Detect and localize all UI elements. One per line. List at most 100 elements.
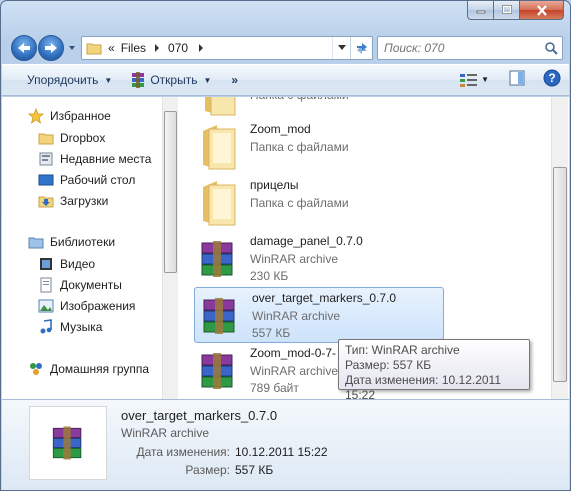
close-button[interactable] — [520, 1, 564, 20]
organize-button[interactable]: Упорядочить ▼ — [21, 68, 118, 92]
file-tooltip: Тип: WinRAR archive Размер: 557 КБ Дата … — [338, 339, 530, 402]
file-name: over_target_markers_0.7.0 — [252, 291, 397, 305]
details-size-value: 557 КБ — [235, 463, 274, 477]
music-icon — [38, 319, 54, 335]
folder-icon — [203, 125, 236, 170]
breadcrumb-files[interactable]: Files — [121, 41, 146, 55]
folder-icon — [203, 181, 236, 226]
close-icon — [536, 4, 547, 16]
nav-dropbox-label: Dropbox — [60, 131, 106, 145]
nav-pictures[interactable]: Изображения — [38, 296, 135, 316]
nav-music-label: Музыка — [60, 320, 103, 334]
folder-icon — [38, 130, 54, 146]
back-button[interactable] — [11, 35, 37, 61]
change-view-button[interactable]: ▼ — [459, 72, 489, 88]
details-modified-value: 10.12.2011 15:22 — [235, 445, 328, 459]
list-item[interactable]: Zoom_mod Папка с файлами — [193, 119, 443, 175]
preview-pane-button[interactable] — [509, 70, 525, 89]
file-list-scrollbar[interactable] — [551, 97, 568, 399]
chevron-down-icon — [337, 45, 346, 50]
help-button[interactable]: ? — [543, 69, 561, 90]
winrar-icon — [132, 72, 145, 88]
nav-homegroup[interactable]: Домашняя группа — [28, 359, 149, 379]
forward-button[interactable] — [38, 35, 64, 61]
address-bar[interactable]: « Files 070 — [81, 36, 373, 60]
winrar-archive-icon — [201, 353, 233, 389]
nav-documents-label: Документы — [60, 278, 122, 292]
file-type: WinRAR archive — [250, 364, 339, 378]
nav-recent-places[interactable]: Недавние места — [38, 149, 151, 169]
nav-dropbox[interactable]: Dropbox — [38, 128, 105, 148]
breadcrumb-separator-icon[interactable] — [198, 44, 204, 52]
chevron-down-icon — [69, 46, 75, 50]
search-box — [377, 36, 563, 60]
caption-buttons — [467, 1, 564, 21]
winrar-archive-icon — [52, 426, 82, 460]
nav-desktop[interactable]: Рабочий стол — [38, 170, 135, 190]
command-bar: Упорядочить ▼ Открыть ▼ » ▼ ? — [2, 64, 569, 96]
breadcrumb-overflow[interactable]: « — [108, 41, 115, 55]
arrow-right-icon — [45, 43, 57, 53]
search-icon[interactable] — [544, 41, 558, 58]
file-name: прицелы — [250, 178, 299, 192]
maximize-button[interactable] — [494, 1, 520, 20]
preview-pane-icon — [509, 70, 525, 86]
video-icon — [38, 256, 54, 272]
organize-label: Упорядочить — [27, 73, 99, 87]
details-pane: over_target_markers_0.7.0 WinRAR archive… — [2, 399, 569, 490]
nav-downloads[interactable]: Загрузки — [38, 191, 108, 211]
file-name: Zoom_mod-0-7- — [250, 346, 337, 360]
history-dropdown[interactable] — [67, 42, 77, 52]
nav-downloads-label: Загрузки — [60, 194, 109, 208]
nav-libraries-label: Библиотеки — [50, 235, 116, 249]
breadcrumb-separator-icon[interactable] — [154, 44, 160, 52]
navigation-scrollbar[interactable] — [162, 97, 178, 399]
star-icon — [28, 108, 44, 124]
details-file-name: over_target_markers_0.7.0 — [121, 408, 278, 423]
more-label: » — [231, 73, 239, 87]
explorer-window: « Files 070 Поиск: 070 Упорядочить ▼ Отк… — [0, 0, 571, 491]
documents-icon — [38, 277, 54, 293]
pictures-icon — [38, 298, 54, 314]
refresh-button[interactable] — [350, 37, 372, 59]
navigation-scroll-thumb[interactable] — [164, 111, 177, 273]
details-size-label: Размер: — [185, 463, 230, 477]
file-size: 230 КБ — [250, 269, 289, 283]
address-dropdown[interactable] — [332, 37, 350, 59]
refresh-icon — [356, 43, 367, 54]
file-type: WinRAR archive — [252, 309, 341, 323]
recent-places-icon — [38, 151, 54, 167]
nav-favorites[interactable]: Избранное — [28, 106, 111, 126]
nav-favorites-label: Избранное — [50, 109, 111, 123]
nav-music[interactable]: Музыка — [38, 317, 102, 337]
desktop-icon — [38, 172, 54, 188]
more-commands-button[interactable]: » — [225, 68, 244, 92]
winrar-archive-icon — [203, 298, 235, 334]
nav-homegroup-label: Домашняя группа — [50, 362, 150, 376]
nav-recent-places-label: Недавние места — [60, 152, 152, 166]
list-item[interactable]: прицелы Папка с файлами — [193, 175, 443, 231]
details-modified-label: Дата изменения: — [136, 445, 231, 459]
minimize-button[interactable] — [467, 1, 494, 20]
nav-documents[interactable]: Документы — [38, 275, 122, 295]
open-button[interactable]: Открыть ▼ — [124, 68, 217, 92]
libraries-icon — [28, 234, 44, 250]
list-item-selected[interactable]: over_target_markers_0.7.0 WinRAR archive… — [194, 287, 444, 343]
nav-libraries[interactable]: Библиотеки — [28, 232, 115, 252]
search-input[interactable] — [384, 41, 534, 55]
navigation-pane: Избранное Dropbox Недавние места Рабочий… — [2, 97, 178, 399]
file-list-scroll-thumb[interactable] — [553, 167, 567, 382]
folder-icon-small — [86, 41, 102, 55]
tooltip-type: Тип: WinRAR archive — [345, 343, 460, 357]
chevron-down-icon: ▼ — [481, 75, 489, 84]
file-name: Zoom_mod — [250, 122, 311, 136]
tooltip-size: Размер: 557 КБ — [345, 358, 432, 372]
details-file-type: WinRAR archive — [121, 426, 210, 440]
nav-desktop-label: Рабочий стол — [60, 173, 136, 187]
breadcrumb-070[interactable]: 070 — [168, 41, 188, 55]
list-item[interactable]: damage_panel_0.7.0 WinRAR archive 230 КБ — [193, 231, 443, 287]
file-type: Папка с файлами — [250, 140, 349, 154]
nav-video[interactable]: Видео — [38, 254, 95, 274]
file-type: Папка с файлами — [250, 196, 349, 210]
file-name: damage_panel_0.7.0 — [250, 234, 363, 248]
